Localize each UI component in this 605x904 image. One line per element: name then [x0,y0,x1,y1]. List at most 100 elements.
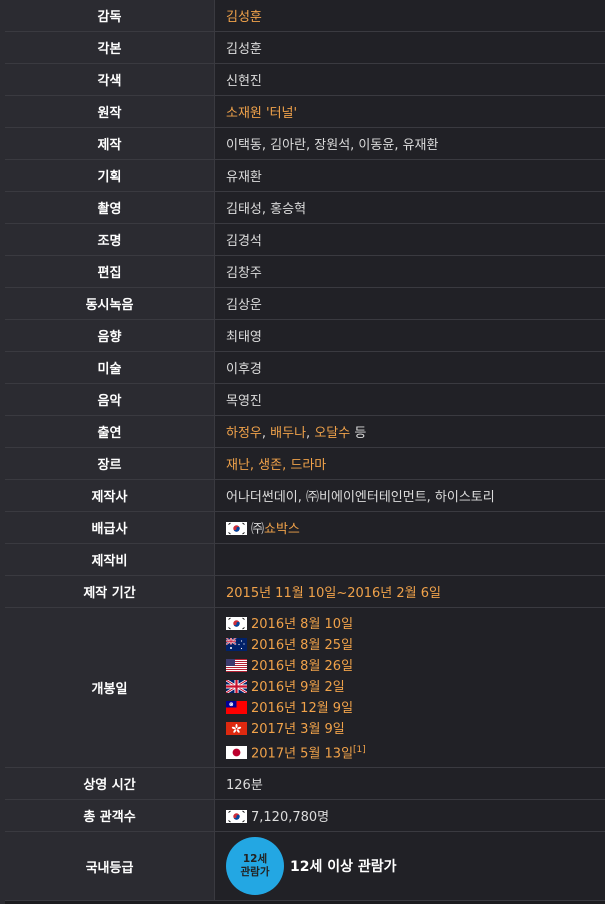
row-value: 7,120,780명 [214,799,605,832]
usa-flag-icon [226,659,247,672]
infobox-row: 각색 신현진 [5,63,605,96]
row-value: 김창주 [214,255,605,288]
row-label: 편집 [5,255,215,288]
row-value: ㈜쇼박스 [214,511,605,544]
cast-link-0[interactable]: 하정우 [226,426,262,441]
infobox-row: 음향 최태영 [5,319,605,352]
release-date-link[interactable]: 2016년 12월 9일 [251,701,353,716]
row-value: 2016년 8월 10일 2016년 8월 25일 2016년 8월 26일 2016… [214,607,605,768]
infobox-row: 편집 김창주 [5,255,605,288]
genre-link[interactable]: 재난, 생존, 드라마 [226,458,326,473]
row-distributor: 배급사 ㈜쇼박스 [5,511,605,544]
release-date-link[interactable]: 2016년 8월 25일 [251,638,353,653]
cast-link-2[interactable]: 오달수 [314,426,350,441]
release-date-link[interactable]: 2016년 9월 2일 [251,680,345,695]
row-value: 김경석 [214,223,605,256]
release-date-link[interactable]: 2016년 8월 10일 [251,617,353,632]
footnote-link[interactable]: [1] [353,745,366,755]
row-value: 유재환 [214,159,605,192]
production-period-link[interactable]: 2015년 11월 10일~2016년 2월 6일 [226,586,441,601]
row-label: 배급사 [5,511,215,544]
release-date-item: 2016년 8월 26일 [226,656,605,677]
row-label: 제작비 [5,543,215,576]
taiwan-flag-icon [226,701,247,714]
row-production-period: 제작 기간 2015년 11월 10일~2016년 2월 6일 [5,575,605,608]
row-label: 제작 기간 [5,575,215,608]
audience-value: 7,120,780명 [251,810,330,825]
row-label: 기획 [5,159,215,192]
row-value [214,543,605,576]
release-date-list: 2016년 8월 10일 2016년 8월 25일 2016년 8월 26일 2016… [226,608,605,767]
infobox-row: 촬영 김태성, 홍승혁 [5,191,605,224]
row-value: 이후경 [214,351,605,384]
row-audience: 총 관객수 7,120,780명 [5,799,605,832]
release-date-item: 2016년 8월 10일 [226,614,605,635]
infobox-row: 동시녹음 김상운 [5,287,605,320]
release-date-item: 2017년 5월 13일[1] [226,740,605,761]
row-rating: 국내등급 12세 관람가 12세 이상 관람가 [5,831,605,901]
row-label: 총 관객수 [5,799,215,832]
row-value: 김성훈 [214,31,605,64]
distributor-link[interactable]: 쇼박스 [264,522,300,537]
row-production-company: 제작사 어나더썬데이, ㈜비에이엔터테인먼트, 하이스토리 [5,479,605,512]
row-label: 촬영 [5,191,215,224]
row-value: 소재원 '터널' [214,95,605,128]
row-label: 음악 [5,383,215,416]
row-label: 음향 [5,319,215,352]
release-date-item: 2016년 8월 25일 [226,635,605,656]
south-korea-flag-icon [226,522,247,535]
infobox-row: 제작 이택동, 김아란, 장원석, 이동윤, 유재환 [5,127,605,160]
row-value: 어나더썬데이, ㈜비에이엔터테인먼트, 하이스토리 [214,479,605,512]
row-value-link[interactable]: 김성훈 [226,10,262,25]
south-korea-flag-icon [226,617,247,630]
row-label: 출연 [5,415,215,448]
infobox-row: 원작 소재원 '터널' [5,95,605,128]
release-date-link[interactable]: 2017년 5월 13일 [251,746,353,761]
film-infobox: 감독 김성훈 각본 김성훈 각색 신현진 원작 소재원 '터널' 제작 이택동, 김아란, 장원석… [5,0,605,901]
age-rating-12-icon: 12세 관람가 [226,837,284,895]
uk-flag-icon [226,680,247,693]
row-label: 상영 시간 [5,767,215,800]
cast-link-1[interactable]: 배두나 [270,426,306,441]
row-label: 장르 [5,447,215,480]
release-date-link[interactable]: 2016년 8월 26일 [251,659,353,674]
distributor-prefix: ㈜ [251,522,265,537]
row-value: 김성훈 [214,0,605,32]
hong-kong-flag-icon [226,722,247,735]
infobox-row: 미술 이후경 [5,351,605,384]
row-label: 원작 [5,95,215,128]
row-value: 신현진 [214,63,605,96]
row-label: 감독 [5,0,215,32]
row-value-link[interactable]: 소재원 '터널' [226,106,297,121]
row-value: 재난, 생존, 드라마 [214,447,605,480]
row-value: 목영진 [214,383,605,416]
release-date-link[interactable]: 2017년 3월 9일 [251,722,345,737]
infobox-row: 기획 유재환 [5,159,605,192]
release-date-item: 2016년 12월 9일 [226,698,605,719]
row-value: 12세 관람가 12세 이상 관람가 [214,831,605,901]
rating-text: 12세 이상 관람가 [290,859,397,875]
infobox-row: 음악 목영진 [5,383,605,416]
cast-suffix: 등 [350,426,367,441]
australia-flag-icon [226,638,247,651]
row-label: 제작 [5,127,215,160]
row-value: 김태성, 홍승혁 [214,191,605,224]
row-value: 2015년 11월 10일~2016년 2월 6일 [214,575,605,608]
left-edge-strip [0,0,5,904]
row-value: 최태영 [214,319,605,352]
row-genre: 장르 재난, 생존, 드라마 [5,447,605,480]
row-label: 개봉일 [5,607,215,768]
infobox-row: 감독 김성훈 [5,0,605,32]
row-value: 이택동, 김아란, 장원석, 이동윤, 유재환 [214,127,605,160]
row-release: 개봉일 2016년 8월 10일 2016년 8월 25일 2016년 8월 26일… [5,607,605,768]
south-korea-flag-icon [226,810,247,823]
row-label: 동시녹음 [5,287,215,320]
row-cast: 출연 하정우, 배두나, 오달수 등 [5,415,605,448]
japan-flag-icon [226,746,247,760]
infobox-row: 각본 김성훈 [5,31,605,64]
row-label: 미술 [5,351,215,384]
release-date-item: 2017년 3월 9일 [226,719,605,740]
row-value: 126분 [214,767,605,800]
row-label: 제작사 [5,479,215,512]
row-runtime: 상영 시간 126분 [5,767,605,800]
